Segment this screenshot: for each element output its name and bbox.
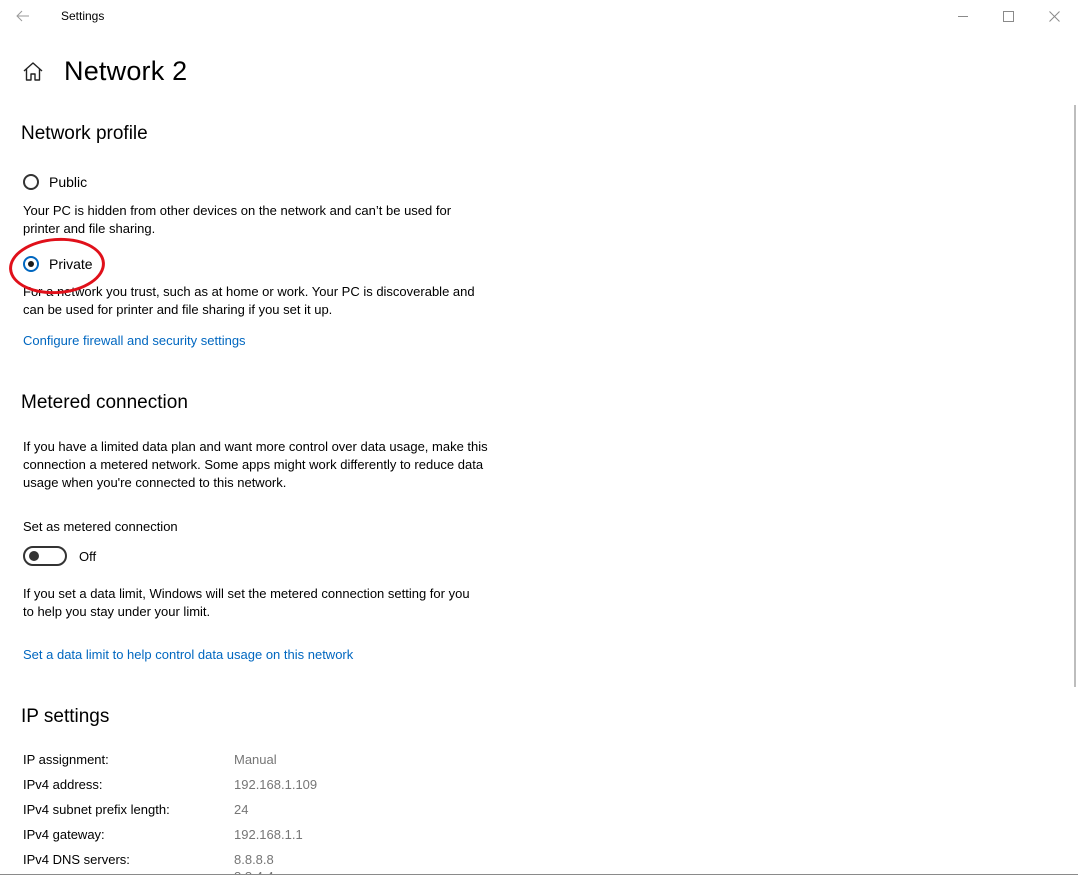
maximize-icon bbox=[1002, 10, 1014, 22]
ip-row-value: Manual bbox=[234, 752, 277, 767]
network-profile-heading: Network profile bbox=[21, 123, 148, 144]
app-title: Settings bbox=[61, 9, 105, 23]
radio-unchecked-icon bbox=[23, 174, 39, 190]
public-radio[interactable]: Public bbox=[23, 174, 87, 190]
close-icon bbox=[1048, 10, 1060, 22]
public-description: Your PC is hidden from other devices on … bbox=[23, 203, 452, 236]
configure-firewall-link[interactable]: Configure firewall and security settings bbox=[23, 333, 246, 348]
private-radio-label: Private bbox=[49, 256, 93, 272]
back-button[interactable] bbox=[8, 2, 38, 30]
window-bottom-border bbox=[0, 874, 1078, 875]
ip-row: IPv4 gateway: 192.168.1.1 bbox=[23, 827, 423, 845]
ip-row-label: IPv4 subnet prefix length: bbox=[23, 802, 170, 817]
page-header: Network 2 bbox=[22, 56, 187, 87]
ip-row-value: 24 bbox=[234, 802, 249, 817]
minimize-icon bbox=[957, 15, 968, 17]
public-radio-label: Public bbox=[49, 174, 88, 190]
radio-checked-icon bbox=[23, 256, 39, 272]
ip-row-label: IPv4 gateway: bbox=[23, 827, 105, 842]
data-limit-description: If you set a data limit, Windows will se… bbox=[23, 586, 470, 619]
ip-row-value: 192.168.1.1 bbox=[234, 827, 303, 842]
scrollbar-thumb[interactable] bbox=[1074, 105, 1076, 687]
metered-toggle[interactable]: Off bbox=[23, 546, 96, 566]
maximize-button[interactable] bbox=[985, 0, 1031, 32]
toggle-switch-icon bbox=[23, 546, 67, 566]
ip-row-label: IP assignment: bbox=[23, 752, 109, 767]
ip-row: IPv4 DNS servers: 8.8.8.8 bbox=[23, 852, 423, 870]
private-description: For a network you trust, such as at home… bbox=[23, 284, 475, 317]
ip-settings-heading: IP settings bbox=[21, 706, 110, 727]
metered-connection-heading: Metered connection bbox=[21, 392, 188, 413]
metered-description: If you have a limited data plan and want… bbox=[23, 439, 488, 490]
ip-row-value: 8.8.8.8 bbox=[234, 852, 274, 867]
ip-row: IP assignment: Manual bbox=[23, 752, 423, 770]
ip-row-label: IPv4 DNS servers: bbox=[23, 852, 130, 867]
ip-row: IPv4 subnet prefix length: 24 bbox=[23, 802, 423, 820]
arrow-left-icon bbox=[16, 10, 29, 22]
set-data-limit-link[interactable]: Set a data limit to help control data us… bbox=[23, 647, 353, 662]
close-button[interactable] bbox=[1031, 0, 1077, 32]
page-title: Network 2 bbox=[64, 56, 188, 86]
home-icon[interactable] bbox=[22, 61, 44, 83]
ip-row-value: 192.168.1.109 bbox=[234, 777, 318, 792]
private-radio[interactable]: Private bbox=[23, 256, 93, 272]
minimize-button[interactable] bbox=[940, 0, 986, 32]
ip-row-label: IPv4 address: bbox=[23, 777, 103, 792]
ip-row: IPv4 address: 192.168.1.109 bbox=[23, 777, 423, 795]
metered-toggle-heading: Set as metered connection bbox=[23, 519, 178, 534]
title-bar: Settings bbox=[0, 0, 1078, 32]
metered-toggle-state: Off bbox=[79, 548, 97, 564]
